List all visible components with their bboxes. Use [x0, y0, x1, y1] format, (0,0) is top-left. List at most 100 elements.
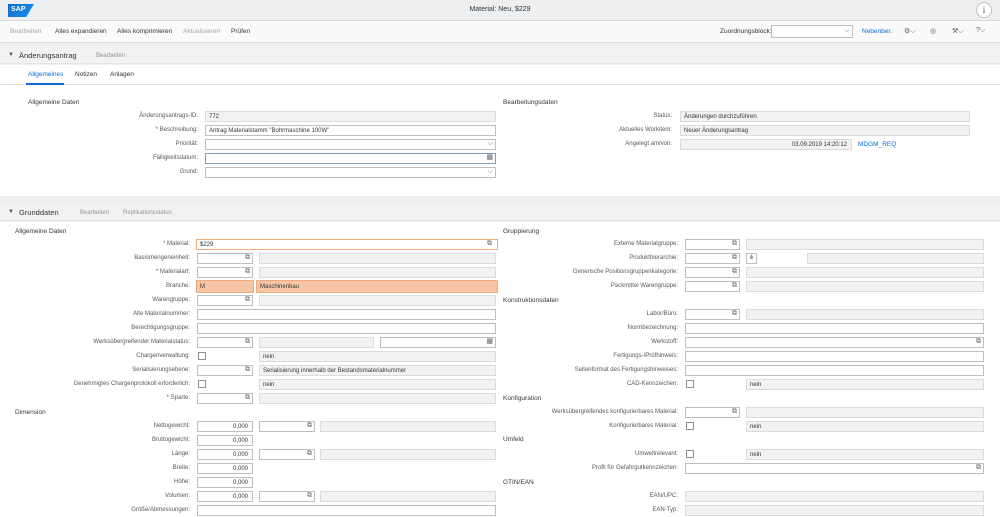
werkstoff-input[interactable]: ⧉	[685, 337, 984, 348]
length-label: Länge:	[171, 451, 190, 457]
help-menu-icon[interactable]: ?⌵	[976, 27, 985, 35]
norm-input[interactable]	[685, 323, 984, 334]
refresh-button[interactable]: Aktualisieren	[183, 28, 220, 35]
conf-value: nein	[746, 421, 984, 432]
replication-status-button[interactable]: Replikationsstatus	[123, 210, 172, 216]
length-input[interactable]: 0,000	[197, 449, 253, 460]
value-help-icon[interactable]: ⧉	[732, 408, 737, 416]
assignment-block-select[interactable]: ⌵	[771, 25, 853, 38]
tools-icon[interactable]: ⚒⌵	[952, 27, 964, 36]
batch-log-value: nein	[259, 379, 496, 390]
conf-label: Konfigurierbares Material:	[609, 423, 678, 429]
hierarchy-input[interactable]: ⧉	[685, 253, 740, 264]
reason-select[interactable]: ⌵	[205, 167, 496, 178]
expand-all-button[interactable]: Alles expandieren	[55, 28, 107, 35]
edit-button[interactable]: Bearbeiten	[10, 28, 41, 35]
net-weight-input[interactable]: 0,000	[197, 421, 253, 432]
batch-log-checkbox[interactable]	[198, 380, 206, 388]
weight-unit-input[interactable]: ⧉	[259, 421, 315, 432]
size-input[interactable]	[197, 505, 496, 516]
cad-label: CAD-Kennzeichen:	[626, 381, 678, 387]
tab-general[interactable]: Allgemeines	[28, 71, 63, 78]
height-input[interactable]: 0,000	[197, 477, 253, 488]
priority-select[interactable]: ⌵	[205, 139, 496, 150]
collapse-all-button[interactable]: Alles komprimieren	[117, 28, 172, 35]
hierarchy-tree-icon[interactable]: ⋔	[746, 253, 757, 264]
value-help-icon[interactable]: ⧉	[245, 296, 250, 304]
value-help-icon[interactable]: ⧉	[732, 268, 737, 276]
industry-label: Branche:	[165, 283, 190, 289]
basic-data-header[interactable]: ▼ Grunddaten Bearbeiten Replikationsstat…	[0, 205, 1000, 221]
value-help-icon[interactable]: ⧉	[245, 366, 250, 374]
chevron-down-icon[interactable]: ▼	[8, 209, 14, 215]
length-unit-input[interactable]: ⧉	[259, 449, 315, 460]
value-help-icon[interactable]: ⧉	[245, 254, 250, 262]
ean-type-field	[685, 505, 984, 516]
value-help-icon[interactable]: ⧉	[307, 450, 312, 458]
value-help-icon[interactable]: ⧉	[307, 422, 312, 430]
change-request-header[interactable]: ▼ Änderungsantrag Bearbeiten	[0, 48, 1000, 64]
side-panel-link[interactable]: Nebenber.	[862, 28, 892, 35]
value-help-icon[interactable]: ⧉	[732, 240, 737, 248]
change-request-edit-button[interactable]: Bearbeiten	[96, 53, 125, 59]
personalize-icon[interactable]: ◎	[930, 27, 936, 35]
production-note-input[interactable]	[685, 351, 984, 362]
material-type-input[interactable]: ⧉	[197, 267, 253, 278]
help-icon[interactable]: i	[976, 2, 992, 18]
value-help-icon[interactable]: ⧉	[976, 464, 981, 472]
serial-level-label: Serialisierungsebene:	[132, 367, 190, 373]
calendar-icon[interactable]: ▦	[486, 154, 493, 162]
tab-attachments[interactable]: Anlagen	[110, 71, 134, 78]
width-input[interactable]: 0,000	[197, 463, 253, 474]
cad-checkbox[interactable]	[686, 380, 694, 388]
page-format-input[interactable]	[685, 365, 984, 376]
env-checkbox[interactable]	[686, 450, 694, 458]
conf-checkbox[interactable]	[686, 422, 694, 430]
chevron-down-icon[interactable]: ▼	[8, 52, 14, 58]
xplant-conf-input[interactable]: ⧉	[685, 407, 740, 418]
werkstoff-label: Werkstoff:	[651, 339, 678, 345]
hazard-input[interactable]: ⧉	[685, 463, 984, 474]
value-help-icon[interactable]: ⧉	[307, 492, 312, 500]
settings-icon[interactable]: ⚙⌵	[904, 27, 916, 36]
calendar-icon[interactable]: ▦	[486, 338, 493, 346]
batch-mgmt-checkbox[interactable]	[198, 352, 206, 360]
value-help-icon[interactable]: ⧉	[732, 254, 737, 262]
industry-code-input[interactable]: M	[196, 280, 254, 293]
value-help-icon[interactable]: ⧉	[245, 338, 250, 346]
xplant-status-date[interactable]: ▦	[380, 337, 496, 348]
gross-weight-input[interactable]: 0,000	[197, 435, 253, 446]
basic-data-title: Grunddaten	[19, 208, 59, 217]
value-help-icon[interactable]: ⧉	[976, 338, 981, 346]
lab-input[interactable]: ⧉	[685, 309, 740, 320]
due-date-input[interactable]: ▦	[205, 153, 496, 164]
basic-data-edit-button[interactable]: Bearbeiten	[80, 210, 109, 216]
material-group-input[interactable]: ⧉	[197, 295, 253, 306]
value-help-icon[interactable]: ⧉	[732, 310, 737, 318]
check-button[interactable]: Prüfen	[231, 28, 250, 35]
status-label: Status:	[653, 113, 672, 119]
value-help-icon[interactable]: ⧉	[732, 282, 737, 290]
old-material-no-input[interactable]	[197, 309, 496, 320]
volume-input[interactable]: 0,000	[197, 491, 253, 502]
pack-group-input[interactable]: ⧉	[685, 281, 740, 292]
description-input[interactable]: Antrag Materialstamm "Bohrmaschine 100W"	[205, 125, 496, 136]
ext-group-input[interactable]: ⧉	[685, 239, 740, 250]
chevron-down-icon: ⌵	[844, 28, 849, 34]
material-input[interactable]: $229	[196, 239, 498, 250]
volume-unit-input[interactable]: ⧉	[259, 491, 315, 502]
value-help-icon[interactable]: ⧉	[487, 240, 492, 248]
value-help-icon[interactable]: ⧉	[245, 268, 250, 276]
value-help-icon[interactable]: ⧉	[245, 394, 250, 402]
xplant-status-input[interactable]: ⧉	[197, 337, 253, 348]
base-uom-input[interactable]: ⧉	[197, 253, 253, 264]
auth-group-input[interactable]	[197, 323, 496, 334]
created-by-link[interactable]: MDGM_REQ	[858, 141, 896, 148]
serial-level-input[interactable]: ⧉	[197, 365, 253, 376]
division-input[interactable]: ⧉	[197, 393, 253, 404]
tab-notes[interactable]: Notizen	[75, 71, 97, 78]
net-weight-label: Nettogewicht:	[153, 423, 190, 429]
norm-label: Normbezeichnung:	[627, 325, 678, 331]
item-cat-input[interactable]: ⧉	[685, 267, 740, 278]
created-field: 03.09.2019 14:20:12	[680, 139, 852, 150]
